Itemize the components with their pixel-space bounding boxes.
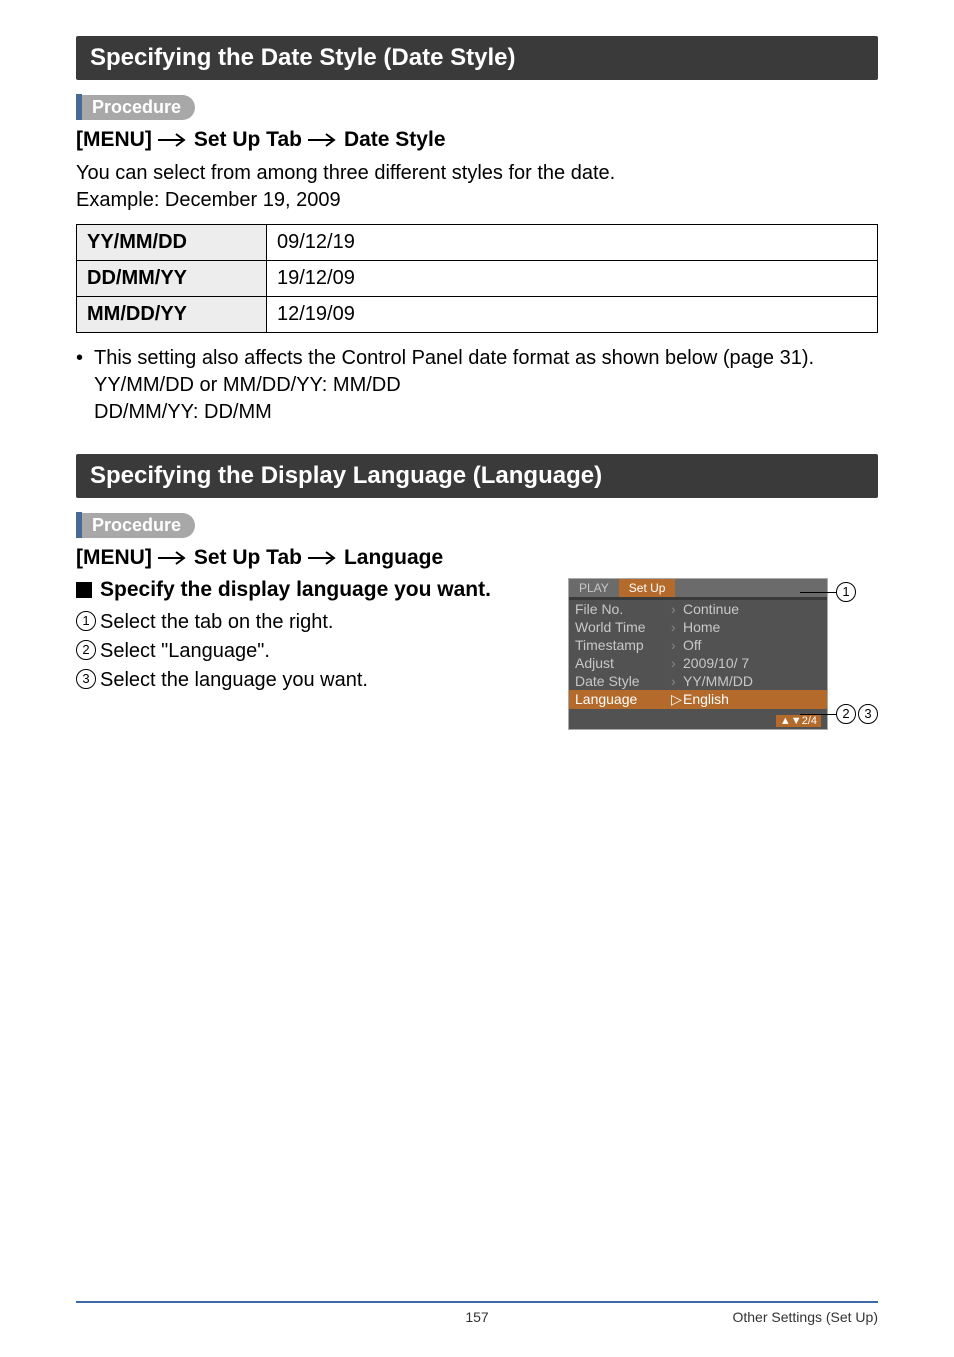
- camera-menu: PLAY Set Up File No.›Continue World Time…: [568, 578, 828, 730]
- camera-menu-row: Timestamp›Off: [569, 636, 827, 654]
- table-format-cell: YY/MM/DD: [77, 225, 267, 261]
- table-format-cell: MM/DD/YY: [77, 297, 267, 333]
- camera-menu-row: Date Style›YY/MM/DD: [569, 672, 827, 690]
- circled-number-icon: 3: [76, 669, 96, 689]
- section-title-language: Specifying the Display Language (Languag…: [76, 454, 878, 498]
- description: You can select from among three differen…: [76, 160, 878, 214]
- step-item: 3Select the language you want.: [76, 666, 544, 695]
- step-item: 1Select the tab on the right.: [76, 608, 544, 637]
- arrow-right-icon: [158, 551, 188, 565]
- circled-number-icon: 1: [836, 582, 856, 602]
- procedure-label: Procedure: [82, 95, 195, 120]
- camera-menu-row: Adjust›2009/10/ 7: [569, 654, 827, 672]
- chevron-right-icon: ›: [671, 601, 683, 617]
- page: Specifying the Date Style (Date Style) P…: [0, 0, 954, 1357]
- camera-menu-row: File No.›Continue: [569, 600, 827, 618]
- chevron-right-icon: ›: [671, 655, 683, 671]
- date-format-table: YY/MM/DD 09/12/19 DD/MM/YY 19/12/09 MM/D…: [76, 224, 878, 333]
- procedure-label: Procedure: [82, 513, 195, 538]
- camera-tab-setup: Set Up: [619, 579, 676, 597]
- arrow-right-icon: [308, 551, 338, 565]
- camera-menu-row: World Time›Home: [569, 618, 827, 636]
- procedure-badge: Procedure: [76, 512, 878, 538]
- circled-number-icon: 1: [76, 611, 96, 631]
- camera-menu-row-selected: Language▷English: [569, 690, 827, 709]
- callout-line: [800, 714, 836, 715]
- crumb-target: Date Style: [344, 128, 446, 152]
- breadcrumb-language: [MENU] Set Up Tab Language: [76, 546, 878, 570]
- callout-2-3: 2 3: [800, 704, 878, 724]
- sub-heading-text: Specify the display language you want.: [100, 578, 491, 602]
- table-example-cell: 19/12/09: [267, 261, 878, 297]
- callout-line: [800, 592, 836, 593]
- sub-heading: Specify the display language you want.: [76, 578, 544, 602]
- crumb-menu: [MENU]: [76, 546, 152, 570]
- table-example-cell: 09/12/19: [267, 225, 878, 261]
- footer-section-name: Other Settings (Set Up): [732, 1309, 878, 1325]
- procedure-badge: Procedure: [76, 94, 878, 120]
- note-line: YY/MM/DD or MM/DD/YY: MM/DD: [94, 372, 401, 399]
- chevron-right-icon: ▷: [671, 691, 683, 708]
- chevron-right-icon: ›: [671, 637, 683, 653]
- desc-line: Example: December 19, 2009: [76, 187, 878, 214]
- table-row: MM/DD/YY 12/19/09: [77, 297, 878, 333]
- breadcrumb-date-style: [MENU] Set Up Tab Date Style: [76, 128, 878, 152]
- chevron-right-icon: ›: [671, 619, 683, 635]
- step-text: Select "Language".: [100, 637, 270, 666]
- note-line: DD/MM/YY: DD/MM: [94, 399, 272, 426]
- arrow-right-icon: [308, 133, 338, 147]
- table-row: DD/MM/YY 19/12/09: [77, 261, 878, 297]
- camera-tabs: PLAY Set Up: [569, 579, 827, 597]
- step-item: 2Select "Language".: [76, 637, 544, 666]
- crumb-setup: Set Up Tab: [194, 546, 302, 570]
- step-text: Select the tab on the right.: [100, 608, 334, 637]
- table-example-cell: 12/19/09: [267, 297, 878, 333]
- desc-line: You can select from among three differen…: [76, 160, 878, 187]
- two-column-layout: Specify the display language you want. 1…: [76, 578, 878, 730]
- note-block: • This setting also affects the Control …: [76, 345, 878, 426]
- crumb-setup: Set Up Tab: [194, 128, 302, 152]
- circled-number-icon: 2: [836, 704, 856, 724]
- note-line: This setting also affects the Control Pa…: [94, 345, 814, 372]
- left-column: Specify the display language you want. 1…: [76, 578, 544, 695]
- bullet-dot: •: [76, 345, 94, 372]
- arrow-right-icon: [158, 133, 188, 147]
- camera-menu-footer: ▲▼2/4: [569, 709, 827, 729]
- section-title-date-style: Specifying the Date Style (Date Style): [76, 36, 878, 80]
- camera-menu-figure: PLAY Set Up File No.›Continue World Time…: [568, 578, 878, 730]
- page-number: 157: [465, 1309, 488, 1325]
- crumb-target: Language: [344, 546, 443, 570]
- camera-tab-play: PLAY: [569, 579, 619, 597]
- circled-number-icon: 3: [858, 704, 878, 724]
- square-bullet-icon: [76, 582, 92, 598]
- chevron-right-icon: ›: [671, 673, 683, 689]
- callout-1: 1: [800, 582, 856, 602]
- crumb-menu: [MENU]: [76, 128, 152, 152]
- page-footer: 157 Other Settings (Set Up): [76, 1301, 878, 1325]
- table-row: YY/MM/DD 09/12/19: [77, 225, 878, 261]
- step-text: Select the language you want.: [100, 666, 368, 695]
- circled-number-icon: 2: [76, 640, 96, 660]
- table-format-cell: DD/MM/YY: [77, 261, 267, 297]
